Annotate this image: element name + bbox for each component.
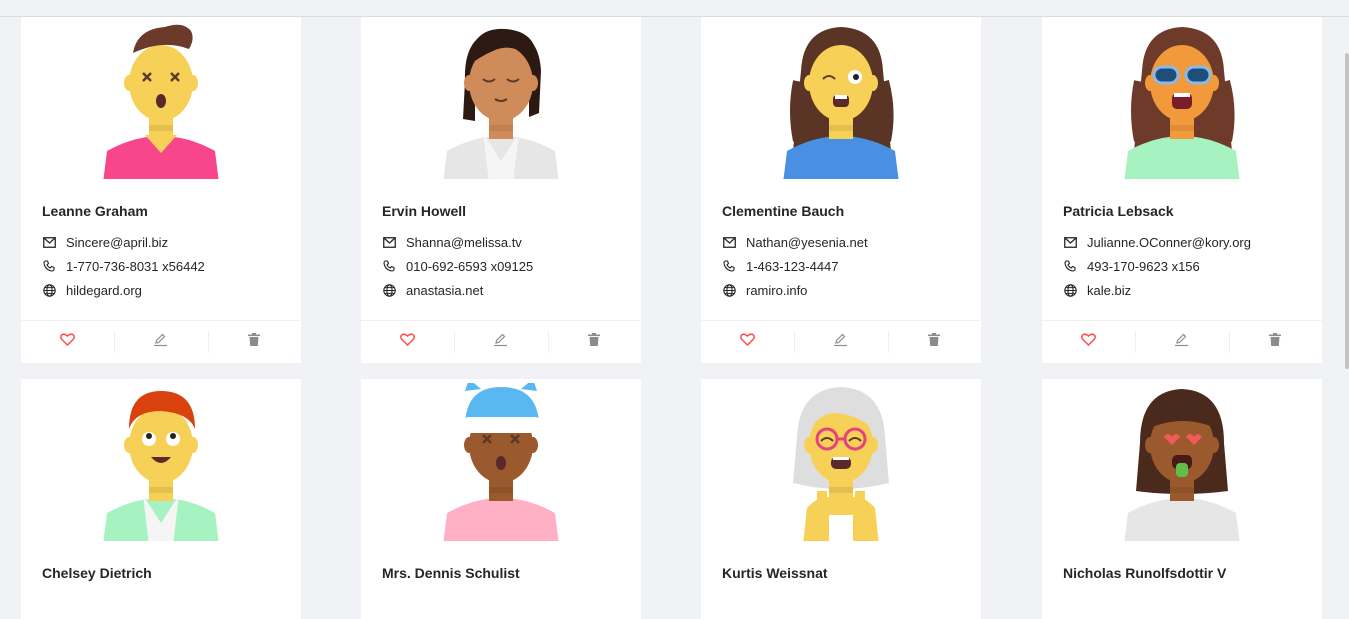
avatar	[21, 379, 301, 541]
phone-row: 010-692-6593 x09125	[382, 254, 620, 278]
avatar	[1042, 17, 1322, 179]
website-row: ramiro.info	[722, 278, 960, 302]
user-name: Kurtis Weissnat	[722, 565, 828, 581]
website-text: hildegard.org	[66, 282, 142, 298]
email-row: Shanna@melissa.tv	[382, 230, 620, 254]
card-actions	[21, 320, 301, 363]
website-text: ramiro.info	[746, 282, 808, 298]
globe-icon	[1063, 283, 1077, 297]
mail-icon	[1063, 235, 1077, 249]
website-row: anastasia.net	[382, 278, 620, 302]
edit-button[interactable]	[1135, 321, 1228, 363]
user-card: Nicholas Runolfsdottir V	[1042, 379, 1322, 619]
email-text: Nathan@yesenia.net	[746, 234, 868, 250]
heart-icon	[60, 333, 76, 351]
edit-icon	[1174, 333, 1189, 352]
phone-text: 1-770-736-8031 x56442	[66, 258, 205, 274]
delete-icon	[588, 333, 601, 351]
user-name: Mrs. Dennis Schulist	[382, 565, 520, 581]
user-name: Patricia Lebsack	[1063, 203, 1174, 219]
card-actions	[361, 320, 641, 363]
like-button[interactable]	[361, 321, 454, 363]
delete-icon	[248, 333, 261, 351]
phone-icon	[1063, 259, 1077, 273]
website-row: hildegard.org	[42, 278, 280, 302]
edit-button[interactable]	[794, 321, 887, 363]
delete-icon	[1269, 333, 1282, 351]
user-card: Ervin Howell Shanna@melissa.tv 010-692-6…	[361, 17, 641, 363]
heart-icon	[740, 333, 756, 351]
email-text: Julianne.OConner@kory.org	[1087, 234, 1251, 250]
mail-icon	[42, 235, 56, 249]
user-card: Leanne Graham Sincere@april.biz 1-770-73…	[21, 17, 301, 363]
edit-icon	[153, 333, 168, 352]
email-row: Sincere@april.biz	[42, 230, 280, 254]
avatar	[361, 379, 641, 541]
email-text: Shanna@melissa.tv	[406, 234, 522, 250]
globe-icon	[382, 283, 396, 297]
phone-text: 493-170-9623 x156	[1087, 258, 1200, 274]
avatar	[1042, 379, 1322, 541]
user-name: Chelsey Dietrich	[42, 565, 152, 581]
phone-icon	[722, 259, 736, 273]
avatar	[361, 17, 641, 179]
user-card: Chelsey Dietrich	[21, 379, 301, 619]
heart-icon	[400, 333, 416, 351]
avatar	[701, 379, 981, 541]
delete-button[interactable]	[207, 321, 301, 363]
user-name: Nicholas Runolfsdottir V	[1063, 565, 1227, 581]
mail-icon	[722, 235, 736, 249]
heart-icon	[1081, 333, 1097, 351]
phone-icon	[382, 259, 396, 273]
avatar	[701, 17, 981, 179]
edit-button[interactable]	[454, 321, 547, 363]
phone-icon	[42, 259, 56, 273]
user-name: Ervin Howell	[382, 203, 467, 219]
edit-icon	[493, 333, 508, 352]
avatar	[21, 17, 301, 179]
delete-button[interactable]	[547, 321, 641, 363]
phone-row: 1-770-736-8031 x56442	[42, 254, 280, 278]
website-text: kale.biz	[1087, 282, 1132, 298]
phone-row: 493-170-9623 x156	[1063, 254, 1301, 278]
like-button[interactable]	[1042, 321, 1135, 363]
user-card: Mrs. Dennis Schulist	[361, 379, 641, 619]
delete-button[interactable]	[1228, 321, 1322, 363]
globe-icon	[722, 283, 736, 297]
edit-icon	[833, 333, 848, 352]
phone-text: 1-463-123-4447	[746, 258, 839, 274]
user-name: Clementine Bauch	[722, 203, 845, 219]
website-row: kale.biz	[1063, 278, 1301, 302]
like-button[interactable]	[701, 321, 794, 363]
scrollbar-track[interactable]	[1345, 17, 1349, 595]
user-card: Clementine Bauch Nathan@yesenia.net 1-46…	[701, 17, 981, 363]
card-actions	[701, 320, 981, 363]
card-actions	[1042, 320, 1322, 363]
user-card: Kurtis Weissnat	[701, 379, 981, 619]
email-row: Julianne.OConner@kory.org	[1063, 230, 1301, 254]
phone-text: 010-692-6593 x09125	[406, 258, 534, 274]
like-button[interactable]	[21, 321, 114, 363]
edit-button[interactable]	[114, 321, 207, 363]
user-name: Leanne Graham	[42, 203, 148, 219]
phone-row: 1-463-123-4447	[722, 254, 960, 278]
email-text: Sincere@april.biz	[66, 234, 169, 250]
globe-icon	[42, 283, 56, 297]
user-card: Patricia Lebsack Julianne.OConner@kory.o…	[1042, 17, 1322, 363]
top-bar	[0, 0, 1349, 17]
scrollbar-thumb[interactable]	[1345, 53, 1349, 369]
delete-icon	[928, 333, 941, 351]
delete-button[interactable]	[887, 321, 981, 363]
mail-icon	[382, 235, 396, 249]
website-text: anastasia.net	[406, 282, 484, 298]
email-row: Nathan@yesenia.net	[722, 230, 960, 254]
